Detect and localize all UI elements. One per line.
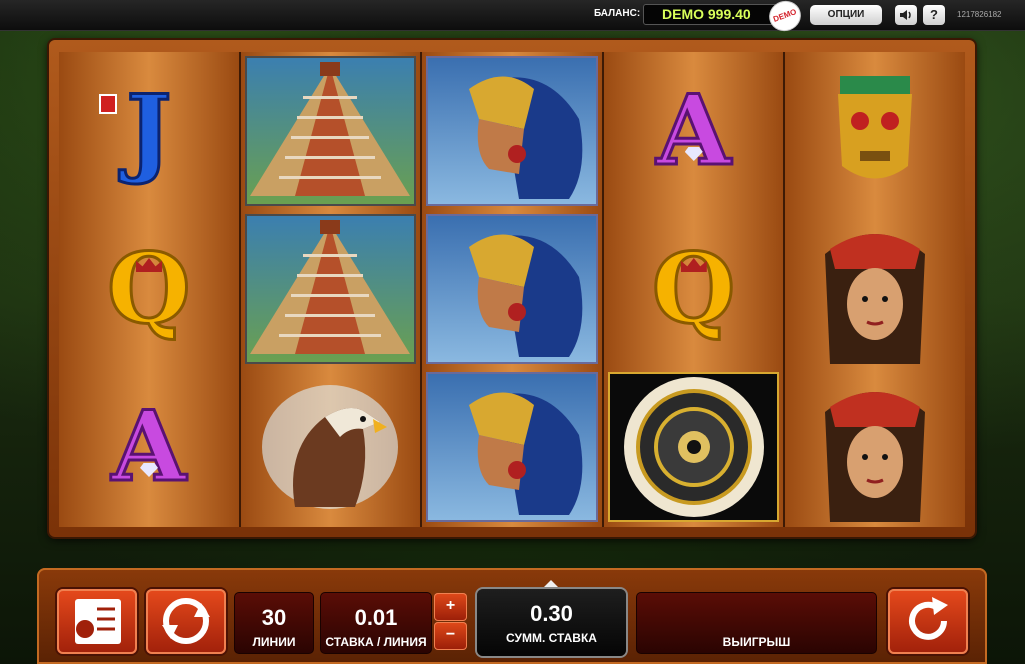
spin-icon: [909, 597, 948, 640]
flag-icon: [99, 94, 117, 114]
symbol-calendar: [604, 368, 784, 526]
sound-icon: [900, 10, 911, 20]
autoplay-button[interactable]: [146, 589, 226, 654]
symbol-princess: [785, 210, 965, 368]
symbol-letter: A: [110, 390, 188, 503]
pyramid-icon: [250, 62, 411, 196]
top-bar: БАЛАНС: DEMO 999.40 DEMO ОПЦИИ ? 1217826…: [0, 0, 1025, 36]
symbol-warrior: [422, 210, 602, 368]
princess-icon: [825, 234, 926, 364]
balance-value: DEMO 999.40: [643, 4, 778, 25]
symbol-mask: [785, 52, 965, 210]
win-label: ВЫИГРЫШ: [722, 635, 791, 649]
sound-button[interactable]: [895, 5, 917, 25]
total-bet-label: СУММ. СТАВКА: [506, 631, 597, 645]
warrior-icon: [469, 234, 583, 357]
symbol-warrior: [422, 368, 602, 526]
symbol-letter: A: [655, 74, 733, 187]
symbol-a: A: [604, 52, 784, 210]
symbol-warrior: [422, 52, 602, 210]
reels-area: J Q A A Q: [59, 52, 965, 527]
win-display: ВЫИГРЫШ: [636, 592, 877, 654]
bet-minus-button[interactable]: −: [434, 622, 467, 650]
reel-3: [422, 52, 602, 527]
lines-label: ЛИНИИ: [252, 635, 296, 649]
total-bet-display: 0.30 СУММ. СТАВКА: [477, 589, 626, 656]
balance-label: БАЛАНС:: [594, 8, 641, 19]
symbol-q: Q: [604, 210, 784, 368]
symbol-letter: Q: [650, 232, 737, 345]
symbol-letter: J: [125, 74, 173, 187]
reel-4: A Q: [603, 52, 784, 527]
paytable-icon: [75, 599, 121, 644]
panel-arrow-icon: [542, 580, 560, 589]
gold-mask-icon: [838, 76, 913, 179]
bet-plus-button[interactable]: +: [434, 593, 467, 621]
total-bet-value: 0.30: [530, 601, 573, 626]
spin-button[interactable]: [888, 589, 968, 654]
symbol-pyramid: [241, 52, 421, 210]
reel-1: J Q A: [59, 52, 239, 527]
symbol-a: A: [59, 368, 239, 526]
options-button[interactable]: ОПЦИИ: [810, 5, 882, 25]
pyramid-icon: [250, 220, 411, 354]
warrior-icon: [469, 392, 583, 515]
win-value: [637, 605, 876, 631]
bet-value: 0.01: [354, 605, 398, 630]
bet-label: СТАВКА / ЛИНИЯ: [325, 635, 427, 649]
eagle-icon: [262, 385, 399, 509]
aztec-calendar-icon: [623, 377, 764, 517]
paytable-button[interactable]: [57, 589, 137, 654]
lines-display: 30 ЛИНИИ: [234, 592, 314, 654]
help-button[interactable]: ?: [923, 5, 945, 25]
autoplay-icon: [162, 598, 210, 644]
symbol-q: Q: [59, 210, 239, 368]
princess-icon: [825, 392, 926, 522]
symbol-eagle: [241, 368, 421, 526]
symbol-j: J: [59, 52, 239, 210]
symbol-letter: Q: [105, 232, 192, 345]
reel-2: [240, 52, 421, 527]
symbol-pyramid: [241, 210, 421, 368]
warrior-icon: [469, 76, 583, 199]
reel-5: [785, 52, 965, 527]
bet-per-line-display: 0.01 СТАВКА / ЛИНИЯ: [320, 592, 432, 654]
lines-value: 30: [261, 605, 287, 630]
session-id: 1217826182: [957, 10, 1002, 19]
symbol-princess: [785, 368, 965, 526]
